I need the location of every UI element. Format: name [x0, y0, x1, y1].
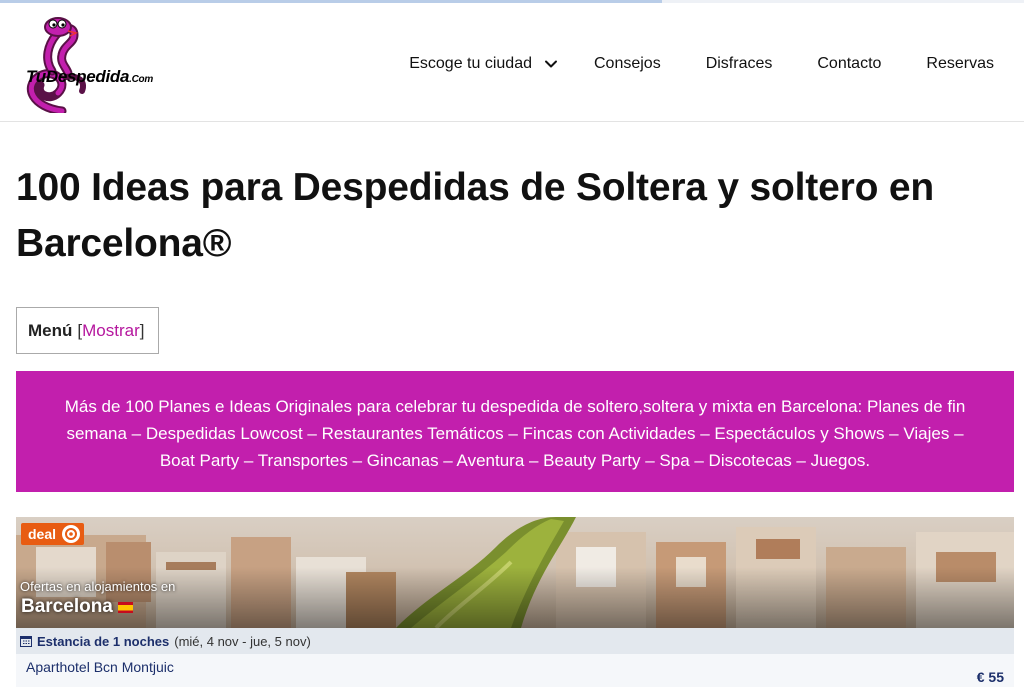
page-title: 100 Ideas para Despedidas de Soltera y s…: [16, 166, 934, 265]
logo-wordmark: TuDespedida.Com: [26, 67, 153, 86]
hotel-list-item[interactable]: Aparthotel Bcn Montjuic € 55: [16, 654, 1014, 687]
intro-banner: Más de 100 Planes e Ideas Originales par…: [16, 371, 1014, 492]
spain-flag-icon: [117, 601, 133, 613]
calendar-icon: [20, 636, 32, 647]
toc-bracket-close: ]: [139, 320, 145, 340]
nav-item-consejos[interactable]: Consejos: [594, 55, 661, 73]
hero-city: Barcelona: [21, 596, 133, 618]
toc-label: Menú: [28, 320, 73, 340]
table-of-contents: Menú [Mostrar]: [16, 307, 159, 354]
deal-badge-label: deal: [28, 526, 57, 542]
nav-item-label: Escoge tu ciudad: [409, 55, 532, 72]
nav-item-reservas[interactable]: Reservas: [926, 55, 994, 73]
stay-length: Estancia de 1 noches: [37, 633, 170, 649]
site-logo[interactable]: TuDespedida.Com: [22, 15, 162, 116]
chevron-down-icon: [544, 60, 557, 68]
intro-banner-text: Más de 100 Planes e Ideas Originales par…: [64, 397, 966, 470]
stay-info-bar: Estancia de 1 noches (mié, 4 nov - jue, …: [16, 628, 1014, 654]
hotel-deals-widget[interactable]: deal Ofertas en alojamientos en Barcelon…: [16, 517, 1014, 687]
deal-badge: deal: [21, 523, 85, 545]
hero-city-name: Barcelona: [21, 596, 113, 617]
hotel-name[interactable]: Aparthotel Bcn Montjuic: [26, 659, 174, 675]
hero-subtitle: Ofertas en alojamientos en: [20, 579, 176, 594]
city-photo: deal Ofertas en alojamientos en Barcelon…: [16, 517, 1014, 628]
stay-dates: (mié, 4 nov - jue, 5 nov): [174, 633, 311, 649]
main-navigation: Escoge tu ciudad Consejos Disfraces Cont…: [409, 49, 1024, 79]
nav-item-escoge-tu-ciudad[interactable]: Escoge tu ciudad: [409, 55, 558, 73]
deal-emblem-icon: [62, 525, 81, 543]
snake-mascot-icon: [26, 17, 86, 116]
barcelona-aerial-image: [16, 517, 1014, 628]
nav-item-contacto[interactable]: Contacto: [817, 55, 881, 73]
site-header: TuDespedida.Com Escoge tu ciudad Consejo…: [0, 3, 1024, 122]
toc-toggle-link[interactable]: Mostrar: [82, 321, 140, 341]
nav-item-disfraces[interactable]: Disfraces: [706, 55, 773, 73]
hotel-price: € 55: [976, 669, 1004, 685]
